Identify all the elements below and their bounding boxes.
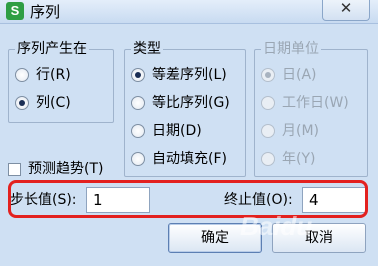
radio-year-circle — [261, 152, 275, 166]
type-legend: 类型 — [131, 40, 163, 58]
radio-date[interactable]: 日期(D) — [131, 121, 202, 141]
radio-columns-label: 列(C) — [36, 95, 71, 111]
radio-growth-label: 等比序列(G) — [152, 95, 230, 111]
radio-linear-label: 等差序列(L) — [152, 67, 227, 83]
radio-columns-circle[interactable] — [15, 96, 29, 110]
radio-day-circle — [261, 68, 275, 82]
ok-button[interactable]: 确定 — [168, 223, 262, 253]
type-group: 类型 等差序列(L) 等比序列(G) 日期(D) 自动填充(F) — [124, 40, 246, 177]
radio-autofill-circle[interactable] — [131, 152, 145, 166]
radio-autofill[interactable]: 自动填充(F) — [131, 149, 227, 169]
title-bar: S 序列 ✕ — [0, 0, 378, 24]
radio-month-label: 月(M) — [282, 123, 320, 139]
series-in-legend: 序列产生在 — [15, 40, 89, 58]
radio-month-circle — [261, 124, 275, 138]
trend-checkbox-label: 预测趋势(T) — [28, 161, 104, 177]
date-unit-legend: 日期单位 — [261, 40, 321, 58]
radio-date-label: 日期(D) — [152, 123, 202, 139]
radio-autofill-label: 自动填充(F) — [152, 151, 227, 167]
cancel-button[interactable]: 取消 — [272, 223, 366, 253]
date-unit-group: 日期单位 日(A) 工作日(W) 月(M) 年(Y) — [254, 40, 368, 177]
trend-checkbox-box[interactable] — [8, 162, 21, 176]
wps-app-icon: S — [6, 2, 24, 20]
radio-date-circle[interactable] — [131, 124, 145, 138]
dialog-body: 序列产生在 行(R) 列(C) 类型 等差序列(L) 等比序列(G) 日期(D)… — [0, 25, 378, 266]
radio-day-label: 日(A) — [282, 67, 317, 83]
radio-linear[interactable]: 等差序列(L) — [131, 65, 227, 85]
radio-growth[interactable]: 等比序列(G) — [131, 93, 230, 113]
radio-rows[interactable]: 行(R) — [15, 65, 71, 85]
radio-rows-label: 行(R) — [36, 67, 71, 83]
radio-month: 月(M) — [261, 121, 319, 141]
radio-year-label: 年(Y) — [282, 151, 316, 167]
radio-weekday-label: 工作日(W) — [282, 95, 349, 111]
radio-weekday: 工作日(W) — [261, 93, 349, 113]
radio-columns[interactable]: 列(C) — [15, 93, 71, 113]
trend-checkbox[interactable]: 预测趋势(T) — [8, 159, 103, 179]
close-button[interactable]: ✕ — [322, 0, 370, 21]
window-title: 序列 — [30, 3, 61, 21]
series-in-group: 序列产生在 行(R) 列(C) — [8, 40, 114, 123]
highlight-box — [8, 180, 368, 218]
radio-growth-circle[interactable] — [131, 96, 145, 110]
radio-linear-circle[interactable] — [131, 68, 145, 82]
radio-weekday-circle — [261, 96, 275, 110]
radio-rows-circle[interactable] — [15, 68, 29, 82]
radio-day: 日(A) — [261, 65, 317, 85]
radio-year: 年(Y) — [261, 149, 315, 169]
